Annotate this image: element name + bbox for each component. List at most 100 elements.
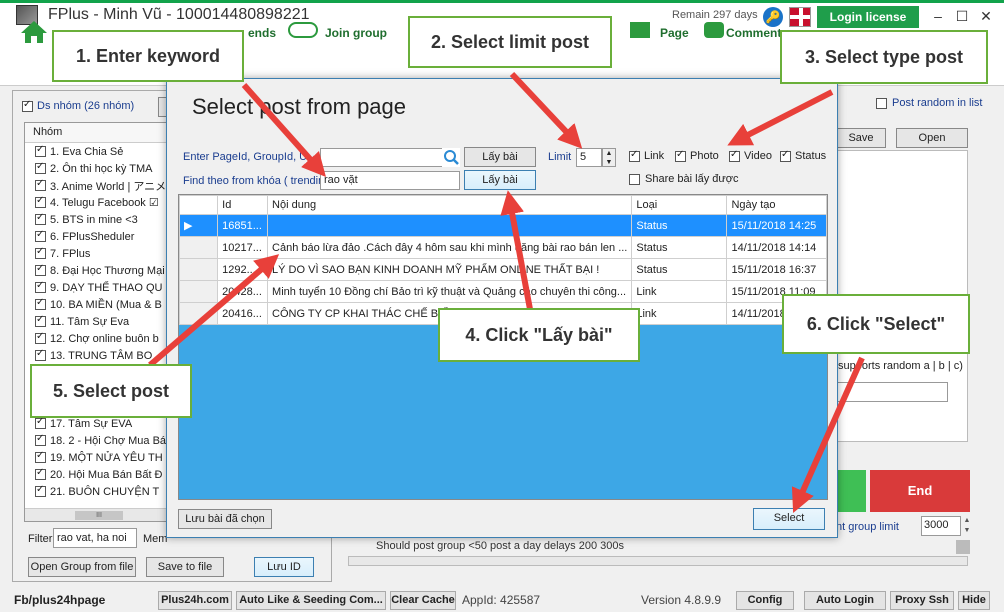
row-header-cell[interactable] (178, 236, 219, 259)
table-cell[interactable]: 15/11/2018 16:37 (726, 258, 827, 281)
proxy-ssh-button[interactable]: Proxy Ssh (890, 591, 954, 610)
group-list-item[interactable]: 13. TRUNG TÂM BO (25, 347, 173, 364)
column-header[interactable]: Id (217, 195, 269, 215)
fb-page-link[interactable]: Fb/plus24hpage (14, 593, 105, 607)
end-button[interactable]: End (870, 470, 970, 512)
checkbox[interactable] (35, 161, 46, 174)
lay-bai-keyword-button[interactable]: Lấy bài (464, 170, 536, 190)
pause-icon[interactable] (956, 540, 970, 554)
limit-spinner[interactable]: ▲ ▼ (602, 148, 616, 167)
group-list-item[interactable]: 4. Telugu Facebook ☑ (25, 194, 173, 211)
group-list-item[interactable]: 7. FPlus (25, 245, 173, 262)
table-row[interactable]: 1292... LÝ DO VÌ SAO BẠN KINH DOANH MỸ PH… (178, 258, 827, 281)
column-header[interactable]: Ngày tạo (726, 195, 827, 215)
checkbox[interactable] (35, 246, 46, 259)
table-cell[interactable]: 10217... (217, 236, 269, 259)
link-checkbox[interactable]: Link (629, 149, 664, 162)
select-button[interactable]: Select (753, 508, 825, 530)
group-list-item[interactable]: 1. Eva Chia Sẻ (25, 143, 173, 160)
row-header-cell[interactable]: ▶ (178, 214, 219, 237)
group-list-item[interactable]: 6. FPlusSheduler (25, 228, 173, 245)
checkbox[interactable] (35, 212, 46, 225)
open-group-from-file-button[interactable]: Open Group from file (28, 557, 136, 577)
lay-bai-pageid-button[interactable]: Lấy bài (464, 147, 536, 167)
photo-checkbox[interactable]: Photo (675, 149, 719, 162)
table-cell[interactable]: 20428... (217, 280, 269, 303)
table-cell[interactable]: Minh tuyển 10 Đồng chí Bảo trì kỹ thuật … (267, 280, 633, 303)
checkbox[interactable] (22, 99, 33, 112)
checkbox[interactable] (35, 348, 46, 361)
checkbox[interactable] (35, 263, 46, 276)
group-list-item[interactable]: 10. BA MIỀN (Mua & B (25, 296, 173, 313)
auto-like-button[interactable]: Auto Like & Seeding Com... (236, 591, 386, 610)
post-table[interactable]: Id Nội dung Loại Ngày tạo ▶ 16851... Status 15… (178, 195, 827, 325)
group-list-item[interactable]: 20. Hội Mua Bán Bất Đ (25, 466, 173, 483)
luu-bai-da-chon-button[interactable]: Lưu bài đã chọn (178, 509, 272, 529)
group-list-item[interactable]: 2. Ôn thi học kỳ TMA (25, 160, 173, 177)
nav-page[interactable]: Page (660, 26, 689, 40)
column-header[interactable]: Loại (631, 195, 728, 215)
group-limit-input[interactable]: 3000 (921, 516, 961, 536)
table-cell[interactable]: Status (631, 258, 728, 281)
clear-cache-button[interactable]: Clear Cache (390, 591, 456, 610)
search-icon[interactable] (442, 148, 460, 167)
filter-input[interactable]: rao vat, ha noi (53, 528, 137, 548)
table-cell[interactable] (267, 214, 633, 237)
checkbox[interactable] (876, 97, 887, 109)
table-row[interactable]: 10217... Cảnh báo lừa đảo .Cách đây 4 hôm… (178, 236, 827, 259)
row-header-cell[interactable] (178, 280, 219, 303)
random-input[interactable] (836, 382, 948, 402)
post-random-checkbox[interactable]: Post random in list (876, 97, 982, 109)
close-icon[interactable]: ✕ (976, 6, 996, 26)
table-cell[interactable]: 1292... (217, 258, 269, 281)
config-button[interactable]: Config (736, 591, 794, 610)
column-header[interactable]: Nội dung (267, 195, 633, 215)
maximize-icon[interactable]: ☐ (952, 6, 972, 26)
nav-friends[interactable]: ends (248, 26, 276, 40)
key-icon[interactable]: 🔑 (763, 7, 783, 27)
table-cell[interactable]: Link (631, 280, 728, 303)
ds-nhom-checkbox[interactable]: Ds nhóm (26 nhóm) (22, 99, 134, 112)
checkbox[interactable] (35, 195, 46, 208)
plus24h-button[interactable]: Plus24h.com (158, 591, 232, 610)
keyword-input[interactable]: rao vặt (320, 171, 460, 190)
table-cell[interactable]: 14/11/2018 14:14 (726, 236, 827, 259)
table-cell[interactable]: Cảnh báo lừa đảo .Cách đây 4 hôm sau khi… (267, 236, 633, 259)
group-list-item[interactable]: 9. DẠY THỂ THAO QU (25, 279, 173, 296)
limit-input[interactable]: 5 (576, 148, 602, 167)
language-flag-icon[interactable] (789, 7, 811, 27)
group-list-item[interactable]: 8. Đại Học Thương Mại (25, 262, 173, 279)
row-header-cell[interactable] (178, 258, 219, 281)
hide-button[interactable]: Hide (958, 591, 990, 610)
group-list-item[interactable]: 18. 2 - Hội Chợ Mua Bá (25, 432, 173, 449)
checkbox[interactable] (35, 484, 46, 497)
table-cell[interactable]: Status (631, 214, 728, 237)
checkbox[interactable] (35, 144, 46, 157)
checkbox[interactable] (35, 229, 46, 242)
status-checkbox[interactable]: Status (780, 149, 826, 162)
checkbox[interactable] (35, 314, 46, 327)
table-cell[interactable]: 16851... (217, 214, 269, 237)
row-header-cell[interactable] (178, 302, 219, 325)
group-list[interactable]: Nhóm 1. Eva Chia Sẻ 2. Ôn thi học kỳ TMA 3… (24, 122, 174, 522)
nav-comment[interactable]: Comment (726, 26, 781, 40)
checkbox[interactable] (35, 416, 46, 429)
home-icon[interactable] (20, 20, 48, 44)
checkbox[interactable] (35, 297, 46, 310)
checkbox[interactable] (35, 450, 46, 463)
video-checkbox[interactable]: Video (729, 149, 772, 162)
share-bai-checkbox[interactable]: Share bài lấy được (629, 173, 738, 185)
group-limit-spinner[interactable]: ▲ ▼ (962, 516, 972, 536)
table-cell[interactable]: Status (631, 236, 728, 259)
group-list-item[interactable]: 11. Tâm Sự Eva (25, 313, 173, 330)
nav-join-group[interactable]: Join group (325, 26, 387, 40)
minimize-icon[interactable]: – (928, 6, 948, 26)
table-cell[interactable]: 20416... (217, 302, 269, 325)
table-row[interactable]: ▶ 16851... Status 15/11/2018 14:25 (178, 214, 827, 237)
horizontal-scrollbar[interactable]: III (25, 508, 173, 521)
login-license-button[interactable]: Login license (817, 6, 919, 28)
checkbox[interactable] (35, 280, 46, 293)
group-list-item[interactable]: 12. Chợ online buôn b (25, 330, 173, 347)
group-list-item[interactable]: 21. BUÔN CHUYỆN T (25, 483, 173, 500)
scroll-thumb[interactable]: III (75, 511, 123, 520)
